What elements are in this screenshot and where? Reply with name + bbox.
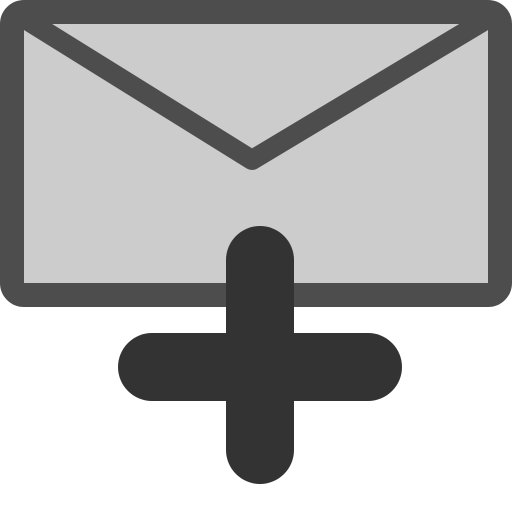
mail-new-icon-svg (0, 0, 512, 484)
mail-new-icon (0, 0, 512, 511)
plus-horizontal-bar (118, 333, 402, 401)
